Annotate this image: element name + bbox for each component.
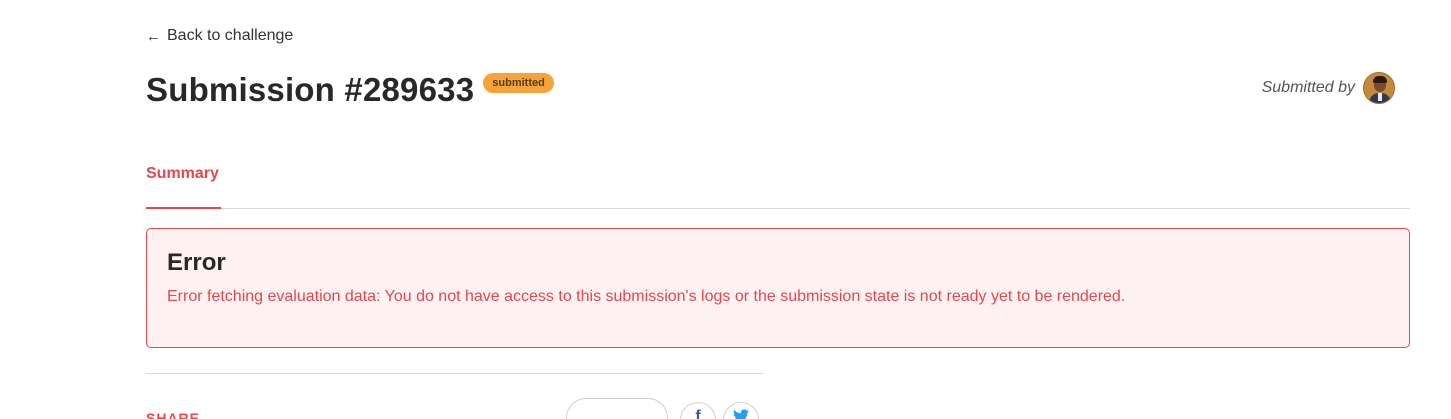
tab-active-indicator [146,207,221,209]
error-title: Error [167,249,226,276]
submission-page: ← Back to challenge Submission #289633 s… [0,0,1451,419]
facebook-icon: f [695,408,701,419]
tab-summary[interactable]: Summary [146,150,221,209]
tab-bar: Summary [146,150,1410,209]
tab-summary-label: Summary [146,165,219,182]
page-title: Submission #289633 [146,71,475,108]
share-divider [146,373,764,374]
error-alert: Error Error fetching evaluation data: Yo… [146,228,1410,348]
twitter-icon [733,409,749,419]
avatar[interactable] [1363,72,1395,104]
facebook-share-button[interactable]: f [680,402,716,419]
submitted-by: Submitted by [1262,72,1395,104]
avatar-hair [1373,76,1387,83]
title-row: Submission #289633 submitted [146,70,554,110]
twitter-share-button[interactable] [723,402,759,419]
status-badge: submitted [483,73,554,93]
back-link-label: Back to challenge [167,27,294,44]
back-arrow-icon: ← [146,27,161,45]
copy-url-button[interactable]: Copy URL [566,398,668,419]
avatar-collar [1378,93,1382,101]
back-to-challenge-link[interactable]: ← Back to challenge [146,27,293,45]
submitted-by-label: Submitted by [1261,79,1355,96]
share-label: SHARE [146,410,201,419]
error-message: Error fetching evaluation data: You do n… [167,288,1126,305]
